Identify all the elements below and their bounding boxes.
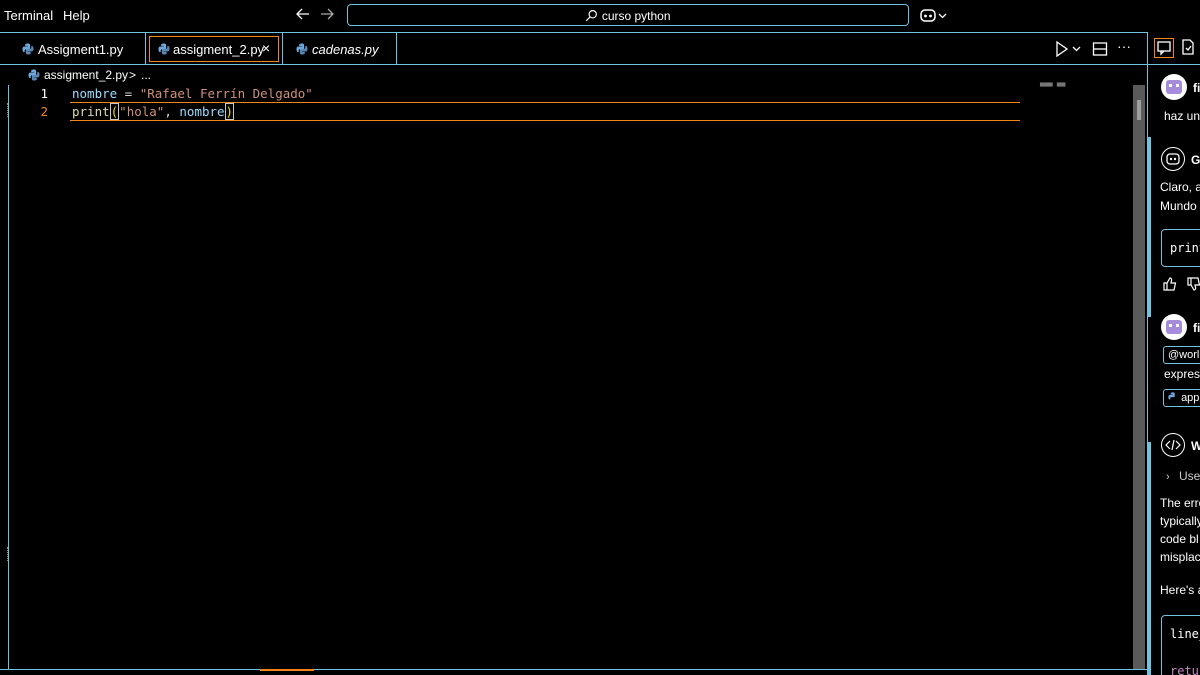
response-text: code bl	[1160, 532, 1199, 546]
code-token-operator: =	[117, 86, 140, 101]
user-avatar	[1161, 314, 1187, 340]
code-token-string: "hola"	[119, 104, 165, 119]
chat-icon	[1157, 41, 1171, 56]
chat-panel: fi haz un G Claro, a Mundo print fi @wor…	[1148, 32, 1200, 675]
edit-file-icon	[1182, 39, 1194, 55]
gutter-border	[8, 85, 9, 669]
breadcrumb-separator: >	[129, 68, 137, 82]
bot-message: Mundo	[1160, 199, 1197, 213]
thumbs-up-icon[interactable]	[1162, 276, 1178, 295]
code-token-variable: nombre	[72, 86, 118, 101]
breadcrumb-symbols[interactable]: ...	[141, 68, 151, 82]
close-icon[interactable]: ×	[262, 40, 270, 56]
copilot-avatar	[1161, 147, 1185, 171]
code-block[interactable]: print	[1161, 229, 1200, 267]
code-line[interactable]: 1 nombre = "Rafael Ferrín Delgado"	[0, 85, 1020, 103]
code-token-bracket: (	[109, 103, 120, 120]
user-name: fi	[1193, 81, 1200, 95]
chevron-down-icon	[938, 13, 947, 19]
split-editor-icon[interactable]	[1092, 40, 1108, 58]
line-number: 2	[40, 104, 48, 119]
breadcrumb-file[interactable]: assigment_2.py	[44, 68, 128, 82]
editor-tabs: Assigment1.py assigment_2.py × cadenas.p…	[0, 32, 1147, 65]
tab-label: cadenas.py	[312, 42, 379, 57]
forward-arrow-icon[interactable]	[319, 6, 335, 27]
breadcrumb: assigment_2.py > ...	[0, 65, 1147, 85]
menu-terminal[interactable]: Terminal	[4, 8, 53, 23]
code-token-bracket: )	[224, 103, 235, 120]
tab-label: assigment_2.py	[173, 42, 265, 57]
response-text: misplac	[1160, 550, 1200, 564]
scrollbar-thumb[interactable]	[1133, 85, 1145, 669]
python-file-icon	[1168, 392, 1175, 400]
code-token-string: "Rafael Ferrín Delgado"	[139, 86, 313, 101]
run-python-button[interactable]	[1055, 40, 1083, 58]
response-text: Here's a	[1160, 583, 1200, 597]
code-editor[interactable]: 1 nombre = "Rafael Ferrín Delgado" 2 pri…	[0, 85, 1147, 669]
chat-view-button[interactable]	[1154, 38, 1174, 58]
file-chip-label: app	[1181, 392, 1200, 404]
copilot-menu-button[interactable]	[920, 7, 950, 25]
file-reference-chip[interactable]: app	[1163, 389, 1200, 407]
vertical-scrollbar[interactable]	[1131, 85, 1147, 669]
play-icon	[1056, 40, 1069, 58]
workspace-mention-chip[interactable]: @worl	[1163, 346, 1200, 364]
used-references-toggle[interactable]: › Usec	[1166, 469, 1200, 483]
python-file-icon	[296, 43, 308, 55]
command-center-search[interactable]: curso python	[347, 4, 909, 26]
code-block-text: print	[1170, 241, 1200, 255]
tab-cadenas[interactable]: cadenas.py	[283, 33, 397, 65]
code-token-function: print	[72, 104, 110, 119]
chevron-right-icon: ›	[1166, 471, 1170, 483]
scrollbar-marker	[1137, 100, 1141, 120]
chevron-down-icon	[1072, 46, 1081, 52]
edits-view-button[interactable]	[1179, 38, 1199, 58]
back-arrow-icon[interactable]	[295, 6, 311, 27]
code-line-current[interactable]: 2 print("hola", nombre)	[0, 103, 1020, 121]
tab-label: Assigment1.py	[38, 42, 124, 57]
user-name: fi	[1193, 321, 1200, 335]
gutter-marker	[0, 547, 8, 561]
code-token-variable: nombre	[179, 104, 225, 119]
code-block[interactable]: line_ retur	[1161, 615, 1200, 675]
workspace-agent-avatar	[1161, 433, 1185, 457]
tab-assigment-2[interactable]: assigment_2.py ×	[146, 33, 283, 65]
python-file-icon	[158, 43, 170, 55]
agent-name: W	[1191, 439, 1200, 453]
response-text: typically	[1160, 514, 1200, 528]
tab-assigment1[interactable]: Assigment1.py	[8, 33, 146, 65]
menu-help[interactable]: Help	[63, 8, 90, 23]
panel-border	[0, 669, 1147, 670]
line-number: 1	[40, 86, 48, 101]
response-text: The erro	[1160, 496, 1200, 510]
code-block-text: retur	[1170, 664, 1200, 675]
panel-sash[interactable]	[260, 669, 314, 675]
user-avatar	[1161, 74, 1187, 100]
python-file-icon	[28, 69, 40, 81]
used-references-label: Usec	[1179, 469, 1200, 483]
chat-panel-header	[1148, 32, 1200, 65]
bot-name: G	[1191, 153, 1200, 167]
bot-message: Claro, a	[1160, 180, 1200, 194]
more-actions-icon[interactable]: ···	[1117, 38, 1135, 56]
user-message: express	[1164, 367, 1200, 381]
current-line-bottom-border	[70, 120, 1020, 121]
user-message: haz un	[1164, 109, 1200, 123]
command-center-label: curso python	[601, 9, 671, 23]
code-token-comma: ,	[164, 104, 180, 119]
chat-turn-marker	[1148, 442, 1151, 675]
code-icon	[1165, 439, 1181, 451]
code-block-text: line_	[1170, 627, 1200, 641]
title-bar: Terminal Help curso python	[0, 0, 1200, 32]
minimap[interactable]: ▀▀▀ ▀▀	[1040, 83, 1065, 91]
chat-turn-marker	[1148, 137, 1151, 317]
search-icon	[586, 10, 598, 22]
thumbs-down-icon[interactable]	[1186, 276, 1200, 295]
copilot-icon	[1166, 153, 1180, 165]
python-file-icon	[22, 43, 34, 55]
copilot-icon	[920, 9, 936, 22]
